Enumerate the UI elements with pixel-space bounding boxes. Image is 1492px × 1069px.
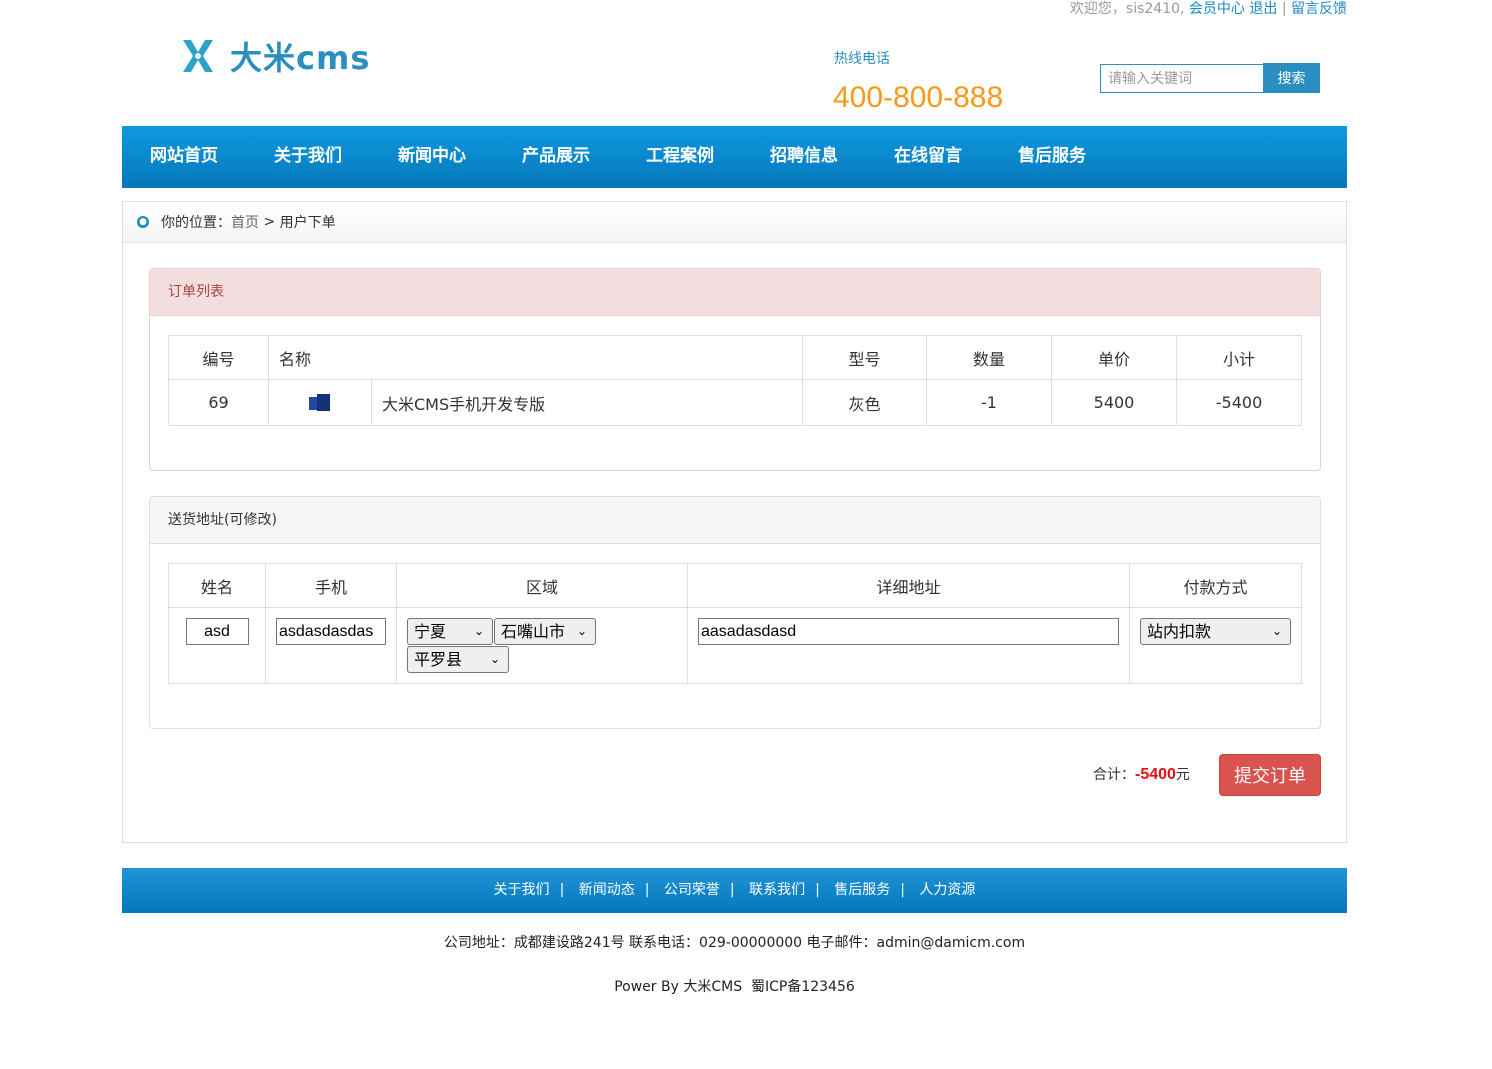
nav-item-about[interactable]: 关于我们 xyxy=(274,126,342,188)
footer-separator: | xyxy=(559,882,565,898)
welcome-text: 欢迎您，sis2410, xyxy=(1069,1,1185,17)
site-logo[interactable]: 大米cms xyxy=(178,34,370,78)
search-input[interactable] xyxy=(1100,64,1263,93)
order-table: 编号 名称 型号 数量 单价 小计 69 大米CMS手机开发专版 灰色 -1 5… xyxy=(168,335,1302,426)
city-value: 石嘴山市 xyxy=(501,622,566,641)
cell-id: 69 xyxy=(168,379,269,426)
detail-address-input[interactable] xyxy=(698,618,1119,645)
footer-separator: | xyxy=(900,882,905,898)
cell-price: 5400 xyxy=(1051,379,1177,426)
province-value: 宁夏 xyxy=(414,622,447,641)
total-label: 合计： xyxy=(1093,767,1135,783)
logo-text: 大米cms xyxy=(230,39,371,77)
footer-link-service[interactable]: 售后服务 xyxy=(834,882,890,898)
province-select[interactable]: 宁夏 ⌄ xyxy=(407,618,493,645)
chevron-down-icon: ⌄ xyxy=(1271,624,1282,638)
address-panel-title: 送货地址(可修改) xyxy=(150,497,1320,544)
logout-link[interactable]: 退出 xyxy=(1249,1,1277,17)
recipient-name-input[interactable] xyxy=(185,618,249,645)
member-center-link[interactable]: 会员中心 xyxy=(1189,1,1245,17)
cell-qty: -1 xyxy=(926,379,1052,426)
footer-link-hr[interactable]: 人力资源 xyxy=(919,882,975,898)
nav-item-news[interactable]: 新闻中心 xyxy=(398,126,466,188)
search-button[interactable]: 搜索 xyxy=(1263,63,1320,93)
cell-name[interactable]: 大米CMS手机开发专版 xyxy=(371,379,803,426)
footer-link-contact[interactable]: 联系我们 xyxy=(749,882,805,898)
product-thumbnail[interactable] xyxy=(309,394,331,412)
total-currency: 元 xyxy=(1175,767,1190,783)
feedback-link[interactable]: 留言反馈 xyxy=(1291,1,1347,17)
footer-separator: | xyxy=(815,882,820,898)
cell-phone xyxy=(265,607,397,684)
col-subtotal: 小计 xyxy=(1176,335,1302,380)
logo-icon xyxy=(183,40,213,72)
breadcrumb-home-link[interactable]: 首页 xyxy=(231,212,259,232)
footer-separator: | xyxy=(729,882,735,898)
col-model: 型号 xyxy=(802,335,927,380)
footer-link-news[interactable]: 新闻动态 xyxy=(579,882,635,898)
cell-region: 宁夏 ⌄ 石嘴山市 ⌄ 平罗县 ⌄ xyxy=(396,607,688,684)
main-nav: 网站首页 关于我们 新闻中心 产品展示 工程案例 招聘信息 在线留言 售后服务 xyxy=(122,126,1347,188)
col-region: 区域 xyxy=(396,563,688,608)
phone-input[interactable] xyxy=(276,618,386,645)
col-phone: 手机 xyxy=(265,563,397,608)
order-list-title: 订单列表 xyxy=(150,269,1320,316)
payment-select[interactable]: 站内扣款 ⌄ xyxy=(1140,618,1291,645)
breadcrumb: ● 你的位置： 首页 > 用户下单 xyxy=(123,202,1346,243)
cell-subtotal: -5400 xyxy=(1176,379,1302,426)
col-qty: 数量 xyxy=(926,335,1052,380)
total-amount: -5400 xyxy=(1135,766,1176,783)
cell-thumb xyxy=(268,379,372,426)
chevron-down-icon: ⌄ xyxy=(576,624,587,638)
city-select[interactable]: 石嘴山市 ⌄ xyxy=(494,618,596,645)
nav-item-jobs[interactable]: 招聘信息 xyxy=(770,126,838,188)
table-row: 69 大米CMS手机开发专版 灰色 -1 5400 -5400 xyxy=(168,379,1302,426)
county-value: 平罗县 xyxy=(414,650,463,669)
nav-item-message[interactable]: 在线留言 xyxy=(894,126,962,188)
breadcrumb-separator: > xyxy=(259,214,280,230)
chevron-down-icon: ⌄ xyxy=(489,652,500,666)
breadcrumb-label: 你的位置： xyxy=(161,215,231,231)
top-user-bar: 欢迎您，sis2410, 会员中心 退出 | 留言反馈 xyxy=(1070,0,1347,18)
nav-item-products[interactable]: 产品展示 xyxy=(522,126,590,188)
col-name: 名称 xyxy=(268,335,803,380)
footer-nav: 关于我们 | 新闻动态 | 公司荣誉 | 联系我们 | 售后服务 | 人力资源 xyxy=(122,868,1347,913)
cell-detail-address xyxy=(687,607,1130,684)
address-table-header: 姓名 手机 区域 详细地址 付款方式 xyxy=(168,563,1302,608)
address-panel: 送货地址(可修改) 姓名 手机 区域 详细地址 付款方式 宁夏⌄石嘴山市⌄ 平罗… xyxy=(149,496,1321,729)
payment-value: 站内扣款 xyxy=(1147,622,1212,641)
footer-link-about[interactable]: 关于我们 xyxy=(494,882,550,898)
hotline-label: 热线电话 xyxy=(834,51,890,67)
col-recipient-name: 姓名 xyxy=(168,563,266,608)
search-bar: 搜索 xyxy=(1100,63,1320,93)
footer-contact-info: 公司地址：成都建设路241号 联系电话：029-00000000 电子邮件：ad… xyxy=(443,935,1026,951)
cell-model: 灰色 xyxy=(802,379,927,426)
hotline-number: 400-800-888 xyxy=(833,81,1004,114)
main-content: ● 你的位置： 首页 > 用户下单 订单列表 编号 名称 型号 数量 单价 小计… xyxy=(122,201,1347,843)
location-icon: ● xyxy=(137,216,149,228)
topbar-separator: | xyxy=(1281,1,1287,17)
breadcrumb-current: 用户下单 xyxy=(279,215,336,231)
order-total: 合计：-5400元 xyxy=(1093,764,1190,784)
chevron-down-icon: ⌄ xyxy=(473,624,484,638)
address-table: 姓名 手机 区域 详细地址 付款方式 宁夏⌄石嘴山市⌄ 平罗县⌄ xyxy=(168,563,1302,684)
submit-order-button[interactable]: 提交订单 xyxy=(1219,754,1321,796)
footer-separator: | xyxy=(644,882,650,898)
footer-link-honors[interactable]: 公司荣誉 xyxy=(664,882,720,898)
footer-power: Power By 大米CMS 蜀ICP备123456 xyxy=(614,979,855,995)
cell-payment: 站内扣款 ⌄ xyxy=(1129,607,1302,684)
order-list-panel: 订单列表 编号 名称 型号 数量 单价 小计 69 大米CMS手机开发专版 灰色… xyxy=(149,268,1321,471)
nav-item-home[interactable]: 网站首页 xyxy=(150,126,218,188)
order-table-header: 编号 名称 型号 数量 单价 小计 xyxy=(168,335,1302,380)
county-select[interactable]: 平罗县 ⌄ xyxy=(407,646,509,673)
cell-recipient-name xyxy=(168,607,266,684)
col-id: 编号 xyxy=(168,335,269,380)
address-row: 宁夏⌄石嘴山市⌄ 平罗县⌄ 站内扣款⌄ xyxy=(168,607,1302,684)
nav-item-cases[interactable]: 工程案例 xyxy=(646,126,714,188)
col-payment: 付款方式 xyxy=(1129,563,1302,608)
col-detail-address: 详细地址 xyxy=(687,563,1130,608)
nav-item-service[interactable]: 售后服务 xyxy=(1018,126,1086,188)
col-price: 单价 xyxy=(1051,335,1177,380)
